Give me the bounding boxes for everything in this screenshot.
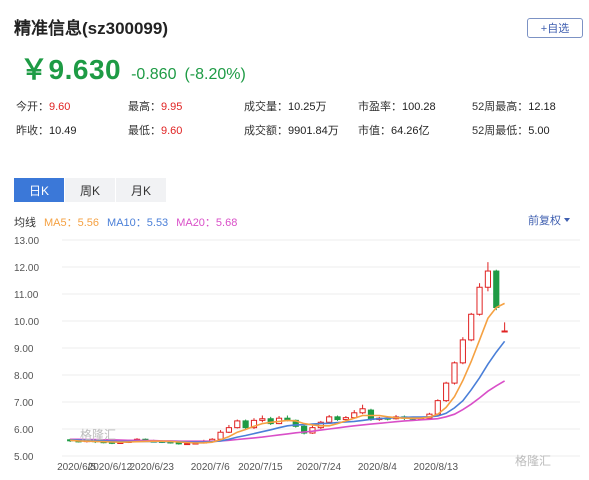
quote-panel: 今开：9.60 最高：9.95 成交量：10.25万 市盈率：100.28 52…	[16, 98, 586, 146]
candle-body	[184, 443, 191, 446]
quote-prev-close: 昨收：10.49	[16, 125, 77, 137]
add-to-watchlist-button[interactable]: +自选	[527, 18, 583, 38]
quote-row-2: 昨收：10.49 最低：9.60 成交额：9901.84万 市值：64.26亿 …	[16, 122, 586, 146]
quote-pe: 市盈率：100.28	[358, 101, 436, 113]
candle-body	[225, 427, 233, 433]
candle-body	[476, 286, 483, 315]
tab-daily-k[interactable]: 日K	[14, 178, 64, 202]
candle-body	[451, 362, 458, 384]
ma10-legend: MA10：5.53	[107, 217, 169, 229]
tab-monthly-k[interactable]: 月K	[116, 178, 166, 202]
quote-open: 今开：9.60	[16, 101, 71, 113]
period-tabs: 日K 周K 月K	[14, 178, 167, 202]
y-tick-label: 8.00	[14, 371, 34, 382]
y-tick-label: 7.00	[14, 398, 34, 409]
candle-body	[443, 382, 450, 402]
price-change: -0.860	[131, 66, 177, 83]
x-tick-label: 2020/7/24	[297, 462, 342, 473]
candle-body	[259, 418, 266, 421]
quote-52w-high: 52周最高：12.18	[472, 101, 556, 113]
watermark-text: 格隆汇	[80, 428, 117, 442]
x-tick-label: 2020/6/23	[129, 462, 174, 473]
ma5-line	[70, 302, 505, 444]
candle-body	[326, 416, 333, 423]
candle-body	[217, 431, 224, 440]
candle-body	[468, 313, 475, 341]
adjust-select[interactable]: 前复权	[528, 212, 570, 228]
candle-body	[342, 417, 349, 421]
quote-low: 最低：9.60	[128, 125, 183, 137]
price-change-pct: (-8.20%)	[184, 66, 246, 83]
page-title: 精准信息(sz300099)	[14, 19, 169, 38]
ma10-line	[70, 340, 506, 443]
quote-volume: 成交量：10.25万	[244, 101, 327, 113]
ma5-legend: MA5：5.56	[44, 217, 100, 229]
candle-body	[501, 330, 508, 333]
candle-body	[242, 420, 249, 429]
x-tick-label: 2020/8/4	[358, 462, 397, 473]
price-row: ￥9.630 -0.860 (-8.20%)	[20, 48, 246, 88]
quote-52w-low: 52周最低：5.00	[472, 125, 550, 137]
x-tick-label: 2020/6/12	[88, 462, 133, 473]
candle-body	[234, 420, 241, 429]
y-tick-label: 5.00	[14, 452, 34, 463]
x-tick-label: 2020/7/6	[191, 462, 230, 473]
y-tick-label: 9.00	[14, 344, 34, 355]
candle-body	[459, 339, 466, 364]
candle-body	[493, 270, 500, 308]
x-tick-label: 2020/8/13	[414, 462, 459, 473]
y-tick-label: 13.00	[14, 236, 39, 247]
ma-legend-label: 均线	[14, 217, 36, 229]
x-tick-label: 2020/7/15	[238, 462, 283, 473]
y-tick-label: 12.00	[14, 263, 39, 274]
watermark-text: 格隆汇	[515, 454, 552, 468]
quote-row-1: 今开：9.60 最高：9.95 成交量：10.25万 市盈率：100.28 52…	[16, 98, 586, 122]
quote-high: 最高：9.95	[128, 101, 183, 113]
quote-turnover: 成交额：9901.84万	[244, 125, 339, 137]
ma20-legend: MA20：5.68	[176, 217, 238, 229]
candle-body	[359, 408, 366, 414]
candle-body	[484, 270, 492, 288]
y-tick-label: 6.00	[14, 425, 34, 436]
current-price: ￥9.630	[20, 54, 122, 85]
candle-body	[334, 416, 341, 421]
y-tick-label: 11.00	[14, 290, 39, 301]
chevron-down-icon	[564, 218, 570, 222]
quote-market-cap: 市值：64.26亿	[358, 125, 430, 137]
ma-legend: 均线 MA5：5.56 MA10：5.53 MA20：5.68	[14, 214, 245, 230]
tab-weekly-k[interactable]: 周K	[65, 178, 115, 202]
y-tick-label: 10.00	[14, 317, 39, 328]
